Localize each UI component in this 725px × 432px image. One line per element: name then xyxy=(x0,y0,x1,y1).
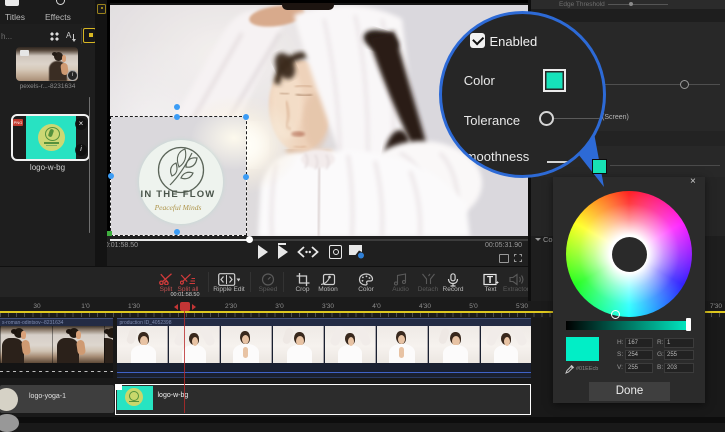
svg-text:T: T xyxy=(486,275,492,286)
